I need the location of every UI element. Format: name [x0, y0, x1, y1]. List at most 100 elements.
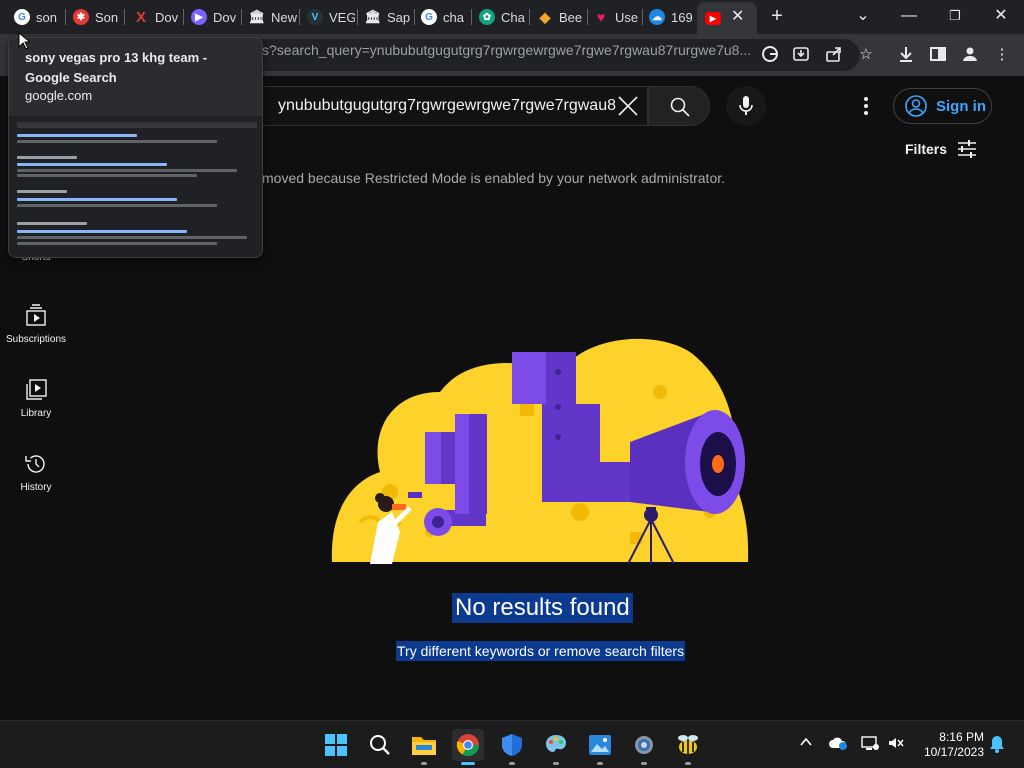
chatgpt-icon: ✿: [479, 9, 495, 25]
network-display-icon[interactable]: [860, 735, 880, 755]
search-icon: [670, 97, 690, 117]
chrome-icon: [456, 734, 479, 756]
tab-8[interactable]: G cha: [421, 4, 469, 30]
google-icon: G: [421, 9, 437, 25]
tab-separator: [357, 9, 358, 25]
nav-history[interactable]: History: [0, 452, 72, 493]
restricted-mode-notice: moved because Restricted Mode is enabled…: [262, 170, 726, 186]
tab-7[interactable]: 🏛 Sap: [365, 4, 413, 30]
tab-10[interactable]: ◆ Bee: [537, 4, 585, 30]
library-icon: [26, 379, 47, 400]
tab-youtube-active[interactable]: ▶ ✕: [697, 2, 757, 34]
start-button[interactable]: [320, 729, 352, 761]
bookmark-star-icon[interactable]: ☆: [856, 45, 876, 65]
cloud-icon: ☁: [649, 9, 665, 25]
taskbar-bee-app[interactable]: [672, 729, 704, 765]
tab-1[interactable]: G son: [14, 4, 62, 30]
side-panel-icon[interactable]: [928, 45, 948, 65]
taskbar-settings[interactable]: [628, 729, 660, 765]
bee-icon: ◆: [539, 8, 551, 25]
bank-icon: 🏛: [249, 9, 266, 24]
downloads-icon[interactable]: [896, 45, 916, 65]
tab-separator: [183, 9, 184, 25]
tab-4[interactable]: ▶ Dov: [191, 4, 239, 30]
volume-muted-icon[interactable]: [886, 735, 906, 755]
youtube-icon: ▶: [705, 11, 721, 25]
google-icon: G: [14, 9, 30, 25]
taskbar-search[interactable]: [364, 729, 396, 761]
tab-2[interactable]: ✱ Son: [73, 4, 121, 30]
file-explorer-icon: [412, 737, 436, 755]
download-site-icon: ▶: [191, 9, 207, 25]
tab-strip: G son ✱ Son X Dov ▶ Dov 🏛 New V VEG 🏛 Sa…: [0, 0, 1024, 34]
install-app-icon[interactable]: [791, 45, 811, 65]
tab-close-icon[interactable]: ✕: [731, 6, 744, 26]
notification-bell-icon[interactable]: [987, 735, 1007, 755]
show-hidden-icons[interactable]: [796, 735, 816, 755]
tab-11[interactable]: ♥ Use: [593, 4, 641, 30]
x-red-icon: X: [135, 8, 146, 26]
tab-9[interactable]: ✿ Cha: [479, 4, 527, 30]
tab-3[interactable]: X Dov: [133, 4, 181, 30]
google-lens-icon[interactable]: [760, 45, 780, 65]
tab-separator: [414, 9, 415, 25]
filters-button[interactable]: Filters: [905, 140, 977, 158]
tab-separator: [471, 9, 472, 25]
url-text[interactable]: s?search_query=ynububutgugutgrg7rgwrgewr…: [262, 42, 752, 58]
tab-separator: [529, 9, 530, 25]
account-icon: [905, 95, 927, 117]
microphone-icon: [739, 96, 753, 115]
tab-5[interactable]: 🏛 New: [249, 4, 297, 30]
more-options-icon[interactable]: [856, 94, 876, 118]
share-icon[interactable]: [824, 45, 844, 65]
nav-library[interactable]: Library: [0, 378, 72, 419]
search-input[interactable]: ynububutgugutgrg7rgwrgewrgwe7rgwe7rgwau8: [262, 86, 648, 126]
heart-icon: ♥: [596, 9, 606, 25]
no-results-illustration: [331, 338, 749, 564]
taskbar-chrome[interactable]: [452, 729, 484, 765]
sign-in-button[interactable]: Sign in: [893, 88, 992, 124]
sony-red-icon: ✱: [73, 9, 89, 25]
tab-separator: [587, 9, 588, 25]
v-icon: V: [307, 9, 323, 25]
tab-search-icon[interactable]: ⌄: [848, 4, 878, 28]
tab-preview-thumbnail: [9, 116, 262, 257]
minimize-icon[interactable]: —: [894, 4, 924, 28]
start-icon: [325, 734, 347, 756]
windows-taskbar: 8:16 PM 10/17/2023: [0, 720, 1024, 768]
system-clock[interactable]: 8:16 PM 10/17/2023: [918, 730, 984, 760]
restore-icon[interactable]: ❐: [940, 4, 970, 28]
onedrive-icon[interactable]: [828, 735, 848, 755]
voice-search-button[interactable]: [726, 86, 766, 126]
taskbar-photos[interactable]: [584, 729, 616, 765]
tab-separator: [65, 9, 66, 25]
subscriptions-icon: [26, 304, 46, 326]
no-results-hint: Try different keywords or remove search …: [396, 641, 686, 661]
history-icon: [25, 455, 45, 473]
tab-separator: [642, 9, 643, 25]
photos-icon: [589, 735, 611, 755]
profile-icon[interactable]: [960, 45, 980, 65]
tab-12[interactable]: ☁ 169: [649, 4, 695, 30]
mouse-cursor-icon: [18, 32, 30, 50]
close-window-icon[interactable]: ✕: [986, 4, 1016, 28]
paint-icon: [546, 735, 566, 752]
no-results-title: No results found: [452, 593, 633, 623]
tab-6[interactable]: V VEG: [307, 4, 355, 30]
tab-hover-card: sony vegas pro 13 khg team - Google Sear…: [8, 37, 263, 258]
settings-icon: [635, 736, 653, 754]
tab-separator: [299, 9, 300, 25]
filter-sliders-icon: [958, 140, 977, 158]
bee-app-icon: [678, 735, 698, 754]
taskbar-defender[interactable]: [496, 729, 528, 765]
taskbar-paint[interactable]: [540, 729, 572, 765]
bank-icon: 🏛: [365, 9, 382, 24]
search-button[interactable]: [648, 86, 710, 126]
search-icon: [370, 735, 390, 755]
new-tab-button[interactable]: +: [766, 6, 788, 28]
chrome-menu-icon[interactable]: ⋮: [992, 45, 1012, 65]
clear-search-icon[interactable]: [615, 93, 641, 119]
tab-separator: [241, 9, 242, 25]
taskbar-file-explorer[interactable]: [408, 729, 440, 765]
nav-subscriptions[interactable]: Subscriptions: [0, 304, 72, 345]
